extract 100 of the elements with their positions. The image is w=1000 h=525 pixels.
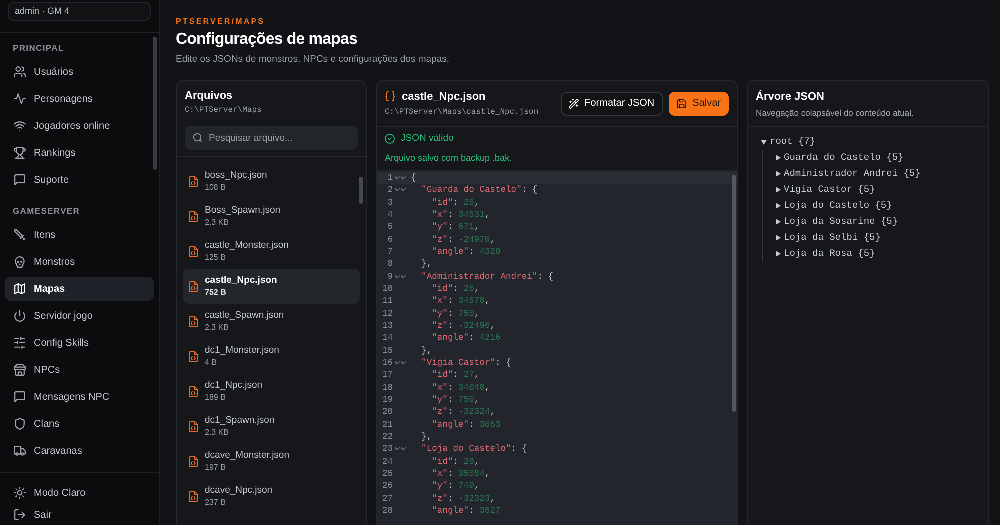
line-number: 23 xyxy=(381,443,393,456)
code-line: "x": 34531, xyxy=(431,208,490,222)
panel-title: Árvore JSON xyxy=(756,89,824,104)
file-item[interactable]: dc1_Npc.json 189 B xyxy=(183,374,360,409)
line-number: 14 xyxy=(381,332,393,345)
file-path: C:\PTServer\Maps\castle_Npc.json xyxy=(385,106,539,118)
tree-node[interactable]: Loja do Castelo {5} xyxy=(776,198,892,214)
truck-icon xyxy=(14,445,26,457)
wand-sparkles-icon xyxy=(568,98,579,108)
caret-right-icon[interactable] xyxy=(776,155,781,161)
file-name: dcave_Monster.json xyxy=(205,450,290,462)
line-number: 5 xyxy=(386,221,393,234)
tree-node[interactable]: Loja da Rosa {5} xyxy=(776,246,876,262)
skull-icon xyxy=(14,256,26,268)
caret-right-icon[interactable] xyxy=(776,251,781,257)
nav-item[interactable]: Personagens xyxy=(5,87,154,111)
file-item[interactable]: dcave_Npc.json 237 B xyxy=(183,479,360,514)
json-file-icon xyxy=(188,316,199,328)
file-item[interactable]: dc1_Monster.json 4 B xyxy=(183,339,360,374)
code-line: "z": -32496, xyxy=(431,320,496,332)
tree-node[interactable]: Loja da Sosarine {5} xyxy=(776,214,898,230)
code-line: "id": 25, xyxy=(431,196,480,209)
file-name: dc1_Spawn.json xyxy=(205,414,275,426)
file-item[interactable]: dcave_Monster.json 197 B xyxy=(183,444,360,479)
nav-item[interactable]: Jogadores online xyxy=(5,114,154,138)
line-number: 27 xyxy=(381,492,393,505)
file-item[interactable]: boss_Npc.json 108 B xyxy=(183,164,360,199)
nav-item[interactable]: Clans xyxy=(5,412,154,436)
file-item[interactable]: castle_Npc.json 752 B xyxy=(183,269,360,304)
file-item[interactable]: castle_Spawn.json 2.3 KB xyxy=(183,304,360,339)
caret-right-icon[interactable] xyxy=(776,203,781,209)
file-item[interactable]: dc1_Spawn.json 2.3 KB xyxy=(183,409,360,444)
tree-node[interactable]: Administrador Andrei {5} xyxy=(776,166,921,182)
nav-item[interactable]: Caravanas xyxy=(5,439,154,463)
caret-right-icon[interactable] xyxy=(776,187,781,193)
panel-subtitle: Navegação colapsável do conteúdo atual. xyxy=(756,106,914,118)
fold-chevrons-icon[interactable] xyxy=(395,447,406,452)
code-line: "Vigia Castor": { xyxy=(420,356,512,370)
nav-item[interactable]: Servidor jogo xyxy=(5,304,154,328)
tree-node[interactable]: Guarda do Castelo {5} xyxy=(776,150,904,166)
scrollbar-thumb[interactable] xyxy=(732,175,736,412)
panel-title: Arquivos xyxy=(185,89,234,104)
nav-item[interactable]: Itens xyxy=(5,223,154,247)
line-number: 22 xyxy=(381,430,393,444)
shield-icon xyxy=(14,418,26,430)
line-number: 9 xyxy=(386,270,393,283)
fold-chevrons-icon[interactable] xyxy=(395,188,406,192)
search-field[interactable]: Pesquisar arquivo... xyxy=(185,126,358,150)
scrollbar-thumb[interactable] xyxy=(153,37,157,170)
scrollbar-thumb[interactable] xyxy=(359,177,363,204)
line-number: 20 xyxy=(381,406,393,419)
nav-item[interactable]: Rankings xyxy=(5,141,154,165)
fold-chevrons-icon[interactable] xyxy=(395,274,406,279)
wifi-icon xyxy=(14,120,26,132)
file-item[interactable]: Boss_Spawn.json 2.3 KB xyxy=(183,199,360,234)
file-name: Boss_Spawn.json xyxy=(205,204,281,216)
tree-node[interactable]: Loja da Selbi {5} xyxy=(776,230,881,246)
line-number: 19 xyxy=(381,394,393,406)
save-button[interactable]: Salvar xyxy=(668,92,729,116)
braces-icon xyxy=(385,91,396,102)
power-icon xyxy=(14,310,26,322)
tree-node[interactable]: Vigia Castor {5} xyxy=(776,182,876,198)
code-line: }, xyxy=(420,430,432,444)
caret-down-icon[interactable] xyxy=(761,140,767,144)
breadcrumb: PTSERVER/MAPS xyxy=(176,16,266,28)
json-file-icon xyxy=(188,420,199,432)
page-subtitle: Edite os JSONs de monstros, NPCs e configurações dos mapas. xyxy=(176,53,451,67)
fold-chevrons-icon[interactable] xyxy=(395,361,406,366)
code-line: "angle": 3527 xyxy=(431,504,501,518)
code-editor[interactable] xyxy=(377,170,737,525)
json-file-icon xyxy=(188,386,199,398)
nav-item[interactable]: Mensagens NPC xyxy=(5,385,154,409)
search-icon xyxy=(193,133,203,143)
tree-node[interactable]: root {7} xyxy=(761,134,816,150)
nav-item[interactable]: Monstros xyxy=(5,250,154,274)
folder-path: C:\PTServer\Maps xyxy=(185,105,263,117)
nav-item[interactable]: Modo Claro xyxy=(5,483,154,503)
code-line: }, xyxy=(420,258,432,271)
caret-right-icon[interactable] xyxy=(776,235,781,241)
trophy-icon xyxy=(14,147,26,159)
nav-item[interactable]: Mapas xyxy=(5,277,154,301)
file-name: dc1_Npc.json xyxy=(205,380,263,392)
nav-item[interactable]: Suporte xyxy=(5,168,154,192)
account-badge: admin · GM 4 xyxy=(8,2,151,21)
nav-item[interactable]: Usuários xyxy=(5,60,154,84)
fold-chevrons-icon[interactable] xyxy=(395,176,406,180)
file-item[interactable]: castle_Monster.json 125 B xyxy=(183,234,360,269)
nav-item[interactable]: NPCs xyxy=(5,358,154,382)
file-name: castle_Npc.json xyxy=(205,274,278,286)
nav-item[interactable]: Config Skills xyxy=(5,331,154,355)
nav-item[interactable]: Sair xyxy=(5,505,154,525)
chat-bubble-icon xyxy=(14,391,26,403)
logout-icon xyxy=(14,509,26,521)
line-number: 25 xyxy=(381,468,393,480)
format-json-button[interactable]: Formatar JSON xyxy=(560,92,663,116)
code-line: "id": 28, xyxy=(431,456,480,468)
file-name: dcave_Npc.json xyxy=(205,484,273,496)
caret-right-icon[interactable] xyxy=(776,219,781,225)
code-line: }, xyxy=(420,344,432,357)
caret-right-icon[interactable] xyxy=(776,171,781,177)
